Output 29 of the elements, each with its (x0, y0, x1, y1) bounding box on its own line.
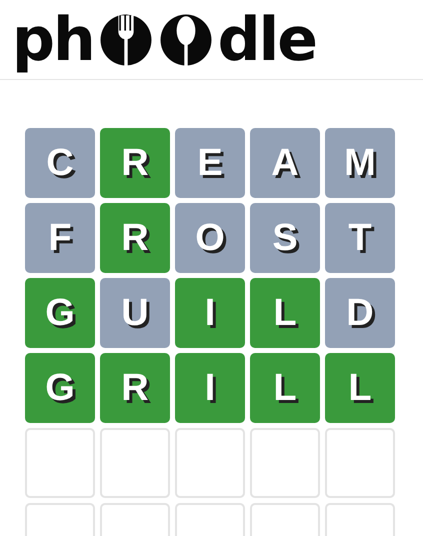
empty-tile (250, 428, 320, 498)
empty-tile (25, 428, 95, 498)
spoon-icon (158, 12, 214, 68)
letter-tile: G (25, 278, 95, 348)
letter-tile: O (175, 203, 245, 273)
letter-tile: R (100, 353, 170, 423)
letter-tile: S (250, 203, 320, 273)
letter-tile: T (325, 203, 395, 273)
letter-tile: U (100, 278, 170, 348)
empty-tile (325, 428, 395, 498)
logo-text: dle (218, 4, 316, 76)
letter-tile: L (325, 353, 395, 423)
empty-tile (175, 428, 245, 498)
letter-tile: L (250, 278, 320, 348)
letter-tile: R (100, 203, 170, 273)
letter-tile: D (325, 278, 395, 348)
letter-tile: E (175, 128, 245, 198)
letter-tile: M (325, 128, 395, 198)
letter-tile: A (250, 128, 320, 198)
letter-tile: I (175, 278, 245, 348)
empty-tile (100, 428, 170, 498)
letter-tile: G (25, 353, 95, 423)
letter-tile: R (100, 128, 170, 198)
letter-tile: C (25, 128, 95, 198)
letter-tile: I (175, 353, 245, 423)
letter-tile: L (250, 353, 320, 423)
letter-tile: F (25, 203, 95, 273)
logo-text: ph (12, 4, 94, 76)
fork-icon (98, 12, 154, 68)
